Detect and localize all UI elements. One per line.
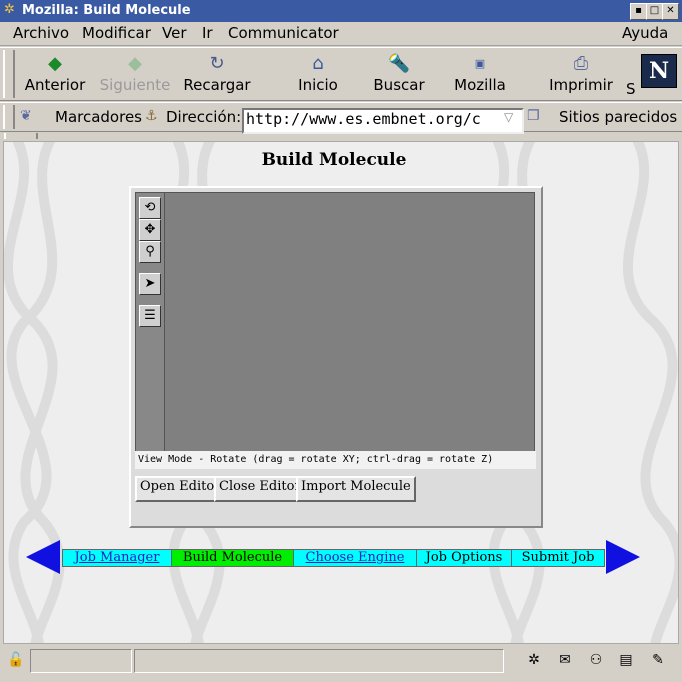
- location-icon: ⚓: [145, 108, 158, 124]
- viewer-status-text: View Mode - Rotate (drag = rotate XY; ct…: [135, 451, 536, 469]
- menu-communicator[interactable]: Communicator: [228, 24, 339, 42]
- page-content: Build Molecule ⟲ ✥ ⚲ ➤ ☰ View Mode - Rot…: [3, 141, 679, 644]
- home-icon: ⌂: [312, 53, 324, 74]
- forward-label: Siguiente: [99, 76, 171, 94]
- printer-icon: ⎙: [573, 53, 589, 74]
- step-build-molecule: Build Molecule: [171, 549, 294, 567]
- zoom-tool-icon[interactable]: ⚲: [139, 241, 161, 263]
- location-toolbar: ❦ Marcadores ⚓ Dirección: http://www.es.…: [0, 102, 682, 134]
- search-icon: 🔦: [387, 53, 411, 74]
- print-button[interactable]: ⎙ Imprimir: [543, 52, 619, 100]
- next-step-arrow-icon[interactable]: [606, 540, 640, 574]
- select-pointer-icon[interactable]: ➤: [139, 273, 161, 295]
- bookmarks-button[interactable]: Marcadores: [55, 108, 142, 126]
- security-lock-icon[interactable]: 🔓: [6, 650, 26, 670]
- status-bar: 🔓 ✲ ✉ ⚇ ▤ ✎: [0, 646, 682, 682]
- close-editor-button[interactable]: Close Editor: [214, 476, 306, 502]
- navigator-component-icon[interactable]: ✲: [524, 650, 544, 670]
- home-button[interactable]: ⌂ Inicio: [280, 52, 356, 100]
- minimize-button[interactable]: ▪: [630, 3, 647, 20]
- import-molecule-button[interactable]: Import Molecule: [296, 476, 416, 502]
- title-bar: ✲ Mozilla: Build Molecule ▪ □ ✕: [0, 0, 682, 22]
- address-book-icon[interactable]: ▤: [616, 650, 636, 670]
- molecule-viewer-canvas[interactable]: ⟲ ✥ ⚲ ➤ ☰: [135, 192, 535, 452]
- print-label: Imprimir: [549, 76, 613, 94]
- progress-panel: [30, 649, 132, 673]
- menu-ver[interactable]: Ver: [162, 24, 187, 42]
- search-label: Buscar: [373, 76, 425, 94]
- address-label: Dirección:: [166, 108, 242, 126]
- reload-label: Recargar: [183, 76, 251, 94]
- url-input[interactable]: http://www.es.embnet.org/c: [242, 108, 524, 134]
- step-submit-job: Submit Job: [511, 549, 605, 567]
- reload-button[interactable]: ↻ Recargar: [179, 52, 255, 100]
- maximize-button[interactable]: □: [646, 3, 663, 20]
- location-grip[interactable]: [3, 105, 15, 129]
- chat-component-icon[interactable]: ⚇: [586, 650, 606, 670]
- step-choose-engine[interactable]: Choose Engine: [293, 549, 417, 567]
- status-text-panel: [134, 649, 504, 673]
- menu-archivo[interactable]: Archivo: [13, 24, 69, 42]
- forward-button[interactable]: ◆ Siguiente: [97, 52, 173, 100]
- reload-icon: ↻: [209, 53, 225, 74]
- bookmarks-icon: ❦: [20, 108, 32, 124]
- translate-tool-icon[interactable]: ✥: [139, 219, 161, 241]
- workflow-step-bar: Job Manager Build Molecule Choose Engine…: [26, 540, 646, 576]
- step-job-manager[interactable]: Job Manager: [62, 549, 172, 567]
- my-mozilla-icon: ▣: [474, 57, 486, 70]
- viewer-toolbar: ⟲ ✥ ⚲ ➤ ☰: [136, 193, 165, 451]
- menu-bar: Archivo Modificar Ver Ir Communicator Ay…: [0, 22, 682, 46]
- collapsed-toolbar-grip[interactable]: [4, 133, 38, 139]
- window-title: Mozilla: Build Molecule: [22, 3, 191, 18]
- molecule-applet: ⟲ ✥ ⚲ ➤ ☰ View Mode - Rotate (drag = rot…: [129, 186, 543, 528]
- netscape-logo[interactable]: N: [641, 54, 677, 88]
- open-editor-button[interactable]: Open Editor: [135, 476, 226, 502]
- home-label: Inicio: [298, 76, 338, 94]
- mail-component-icon[interactable]: ✉: [555, 650, 575, 670]
- rotate-tool-icon[interactable]: ⟲: [139, 197, 161, 219]
- forward-arrow-icon: ◆: [128, 53, 142, 74]
- list-tool-icon[interactable]: ☰: [139, 305, 161, 327]
- close-button[interactable]: ✕: [662, 3, 679, 20]
- back-arrow-icon: ◆: [48, 53, 62, 74]
- composer-icon[interactable]: ✎: [648, 650, 668, 670]
- search-button[interactable]: 🔦 Buscar: [361, 52, 437, 100]
- menu-modificar[interactable]: Modificar: [82, 24, 151, 42]
- step-job-options: Job Options: [416, 549, 512, 567]
- back-button[interactable]: ◆ Anterior: [17, 52, 93, 100]
- navigation-toolbar: ◆ Anterior ◆ Siguiente ↻ Recargar ⌂ Inic…: [0, 47, 682, 101]
- mozilla-label: Mozilla: [454, 76, 506, 94]
- toolbar-grip[interactable]: [3, 50, 15, 98]
- page-title: Build Molecule: [261, 150, 407, 170]
- previous-step-arrow-icon[interactable]: [26, 540, 60, 574]
- related-button[interactable]: Sitios parecidos: [559, 108, 677, 126]
- mozilla-button[interactable]: ▣ Mozilla: [442, 52, 518, 100]
- mozilla-app-icon[interactable]: ✲: [4, 3, 18, 17]
- back-label: Anterior: [24, 76, 86, 94]
- menu-ir[interactable]: Ir: [202, 24, 213, 42]
- menu-ayuda[interactable]: Ayuda: [622, 24, 668, 42]
- security-button-partial[interactable]: S: [626, 80, 636, 98]
- url-dropdown-icon[interactable]: ▽: [504, 110, 518, 128]
- related-icon: ❐: [527, 108, 540, 124]
